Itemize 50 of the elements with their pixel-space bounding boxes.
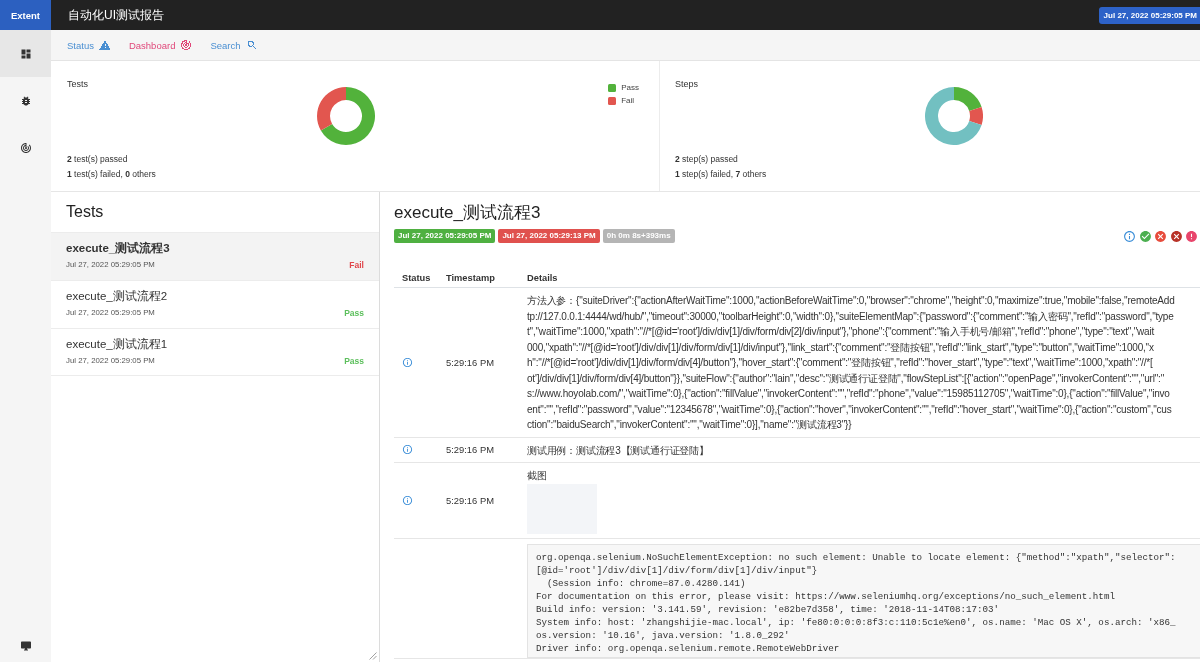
- details-text: 方法入参：{"suiteDriver":{"actionAfterWaitTime":1000,"actionBeforeWaitTime":0,"browser":"chrome","height":0,"maximize":true,"mobile":false,"remoteAdd tp://127.0.0.1:4444/wd/hub/","timeout":30000,"toolbarHeight":0,"width":0},"suiteElementMap":{"password":{"comment":"输入密码","refId":"password","type t","waitTime":1000,"xpath":"//*[@id='root']/div/div[1]/div/form/div[2]/div/input"},"phone":{"comment":"输入手机号/邮箱","refId":"phone","type":"text","wait 000,"xpath":"//*[@id='root']/div/div[1]/div/form/div[1]/div/input"},"link_start":{"comment":"登陆按钮","refId":"link_start","type":"button","waitTime":1000,"x h":"//*[@id='root']/div/div[1]/div/form/div[4]/button"},"hover_start":{"comment":"登陆按钮","refId":"hover_start","type":"text","waitTime":1000,"xpath":"//*[ ot']/div/div[1]/div/form/div[4]/button"}},"suiteFlow":{"author":"lain","desc":"测试通行证登陆","flowStepList":[{"action":"openPage","invokerContent":"","url":" s://www.hoyolab.com/","waitTime":0},{"action":"fillValue","invokerContent":"","refId":"phone","value":"15985112705","waitTime":0},{"action":"fillValue","invo ent":"","refId":"password","value":"12345678","waitTime":0},{"action":"hover","invokerContent":"","refId":"hover_start","waitTime":0},{"action":"custom","cus ction":"baiduSearch","invokerContent":"","waitTime":0}],"name":"测试流程3"}}: [527, 294, 1176, 432]
- logo: Extent: [0, 0, 51, 30]
- info-icon: [1123, 229, 1136, 243]
- column-header: Details: [527, 272, 558, 283]
- cancel-icon: [1154, 229, 1167, 243]
- test-status: Pass: [344, 355, 364, 367]
- test-name: execute_测试流程3: [66, 240, 171, 256]
- exclamation-icon: [1185, 229, 1198, 243]
- summary-text: 2 step(s) passed: [675, 153, 739, 166]
- column-header: Status: [402, 272, 431, 283]
- chart-title: Steps: [675, 78, 699, 91]
- dashboard-icon: [19, 47, 32, 60]
- details-text: 测试用例：测试流程3【测试通行证登陆】: [527, 443, 710, 458]
- time-badge: Jul 27, 2022 05:29:05 PM: [394, 229, 496, 243]
- column-header: Timestamp: [446, 272, 495, 283]
- error-stack-trace: org.openqa.selenium.NoSuchElementException: no such element: Unable to locate element: {"method":"xpath","selector": [@id='root']/div/div[1]/div/form/div[1]/div/input"} (Session info: chrome=87.0.4280.141) For documentation on this error, please visit: https://www.seleniumhq.org/exceptions/no_such_element.html Build info: version: '3.141.59', revision: 'e82be7d358', time: '2018-11-14T08:17:03' System info: host: 'zhangshijie-mac.local', ip: 'fe80:0:0:0:8f3:c:110:5c1e%en0', os.name: 'Mac OS X', os.arch: 'x86_ os.version: '10.16', java.version: '1.8.0_292' Driver info: org.openqa.selenium.remote.RemoteWebDriver: [527, 543, 1200, 658]
- screenshot-caption: 截图: [527, 469, 548, 483]
- test-status: Pass: [344, 307, 364, 319]
- warning-icon: [98, 39, 111, 51]
- info-icon: [402, 356, 413, 368]
- info-icon: [402, 494, 413, 506]
- radar-icon: [180, 39, 193, 51]
- nav-link[interactable]: Dashboard: [128, 39, 193, 51]
- test-title: execute_测试流程3: [394, 202, 542, 224]
- time-badge: 0h 0m 8s+393ms: [602, 229, 675, 243]
- app-title: 自动化UI测试报告: [68, 6, 164, 24]
- summary-text: 2 test(s) passed: [67, 153, 129, 166]
- timestamp-text: 5:29:16 PM: [446, 444, 494, 456]
- test-name: execute_测试流程1: [66, 337, 169, 352]
- test-name: execute_测试流程2: [66, 289, 169, 304]
- bug-icon: [19, 94, 32, 107]
- time-badge: Jul 27, 2022 05:29:13 PM: [498, 229, 600, 243]
- chart-title: Tests: [67, 78, 89, 91]
- timestamp-text: 5:29:16 PM: [446, 494, 494, 506]
- monitor-icon: [19, 640, 32, 652]
- test-status: Fail: [349, 259, 364, 271]
- sidebar-button[interactable]: [0, 30, 51, 77]
- radar-icon: [19, 141, 32, 154]
- timestamp-text: 5:29:16 PM: [446, 356, 494, 368]
- cancel-icon: [1169, 229, 1183, 243]
- list-heading: Tests: [65, 202, 105, 222]
- legend-label: Pass: [621, 82, 639, 94]
- summary-text: 1 test(s) failed, 0 others: [67, 168, 157, 181]
- display-button[interactable]: [19, 640, 32, 652]
- summary-text: 1 step(s) failed, 7 others: [675, 168, 768, 181]
- legend-label: Fail: [621, 95, 635, 107]
- search-icon: [245, 39, 258, 51]
- info-icon: [402, 444, 413, 456]
- resize-handle-icon[interactable]: [369, 652, 377, 660]
- date-badge: Jul 27, 2022 05:29:05 PM: [1098, 6, 1200, 24]
